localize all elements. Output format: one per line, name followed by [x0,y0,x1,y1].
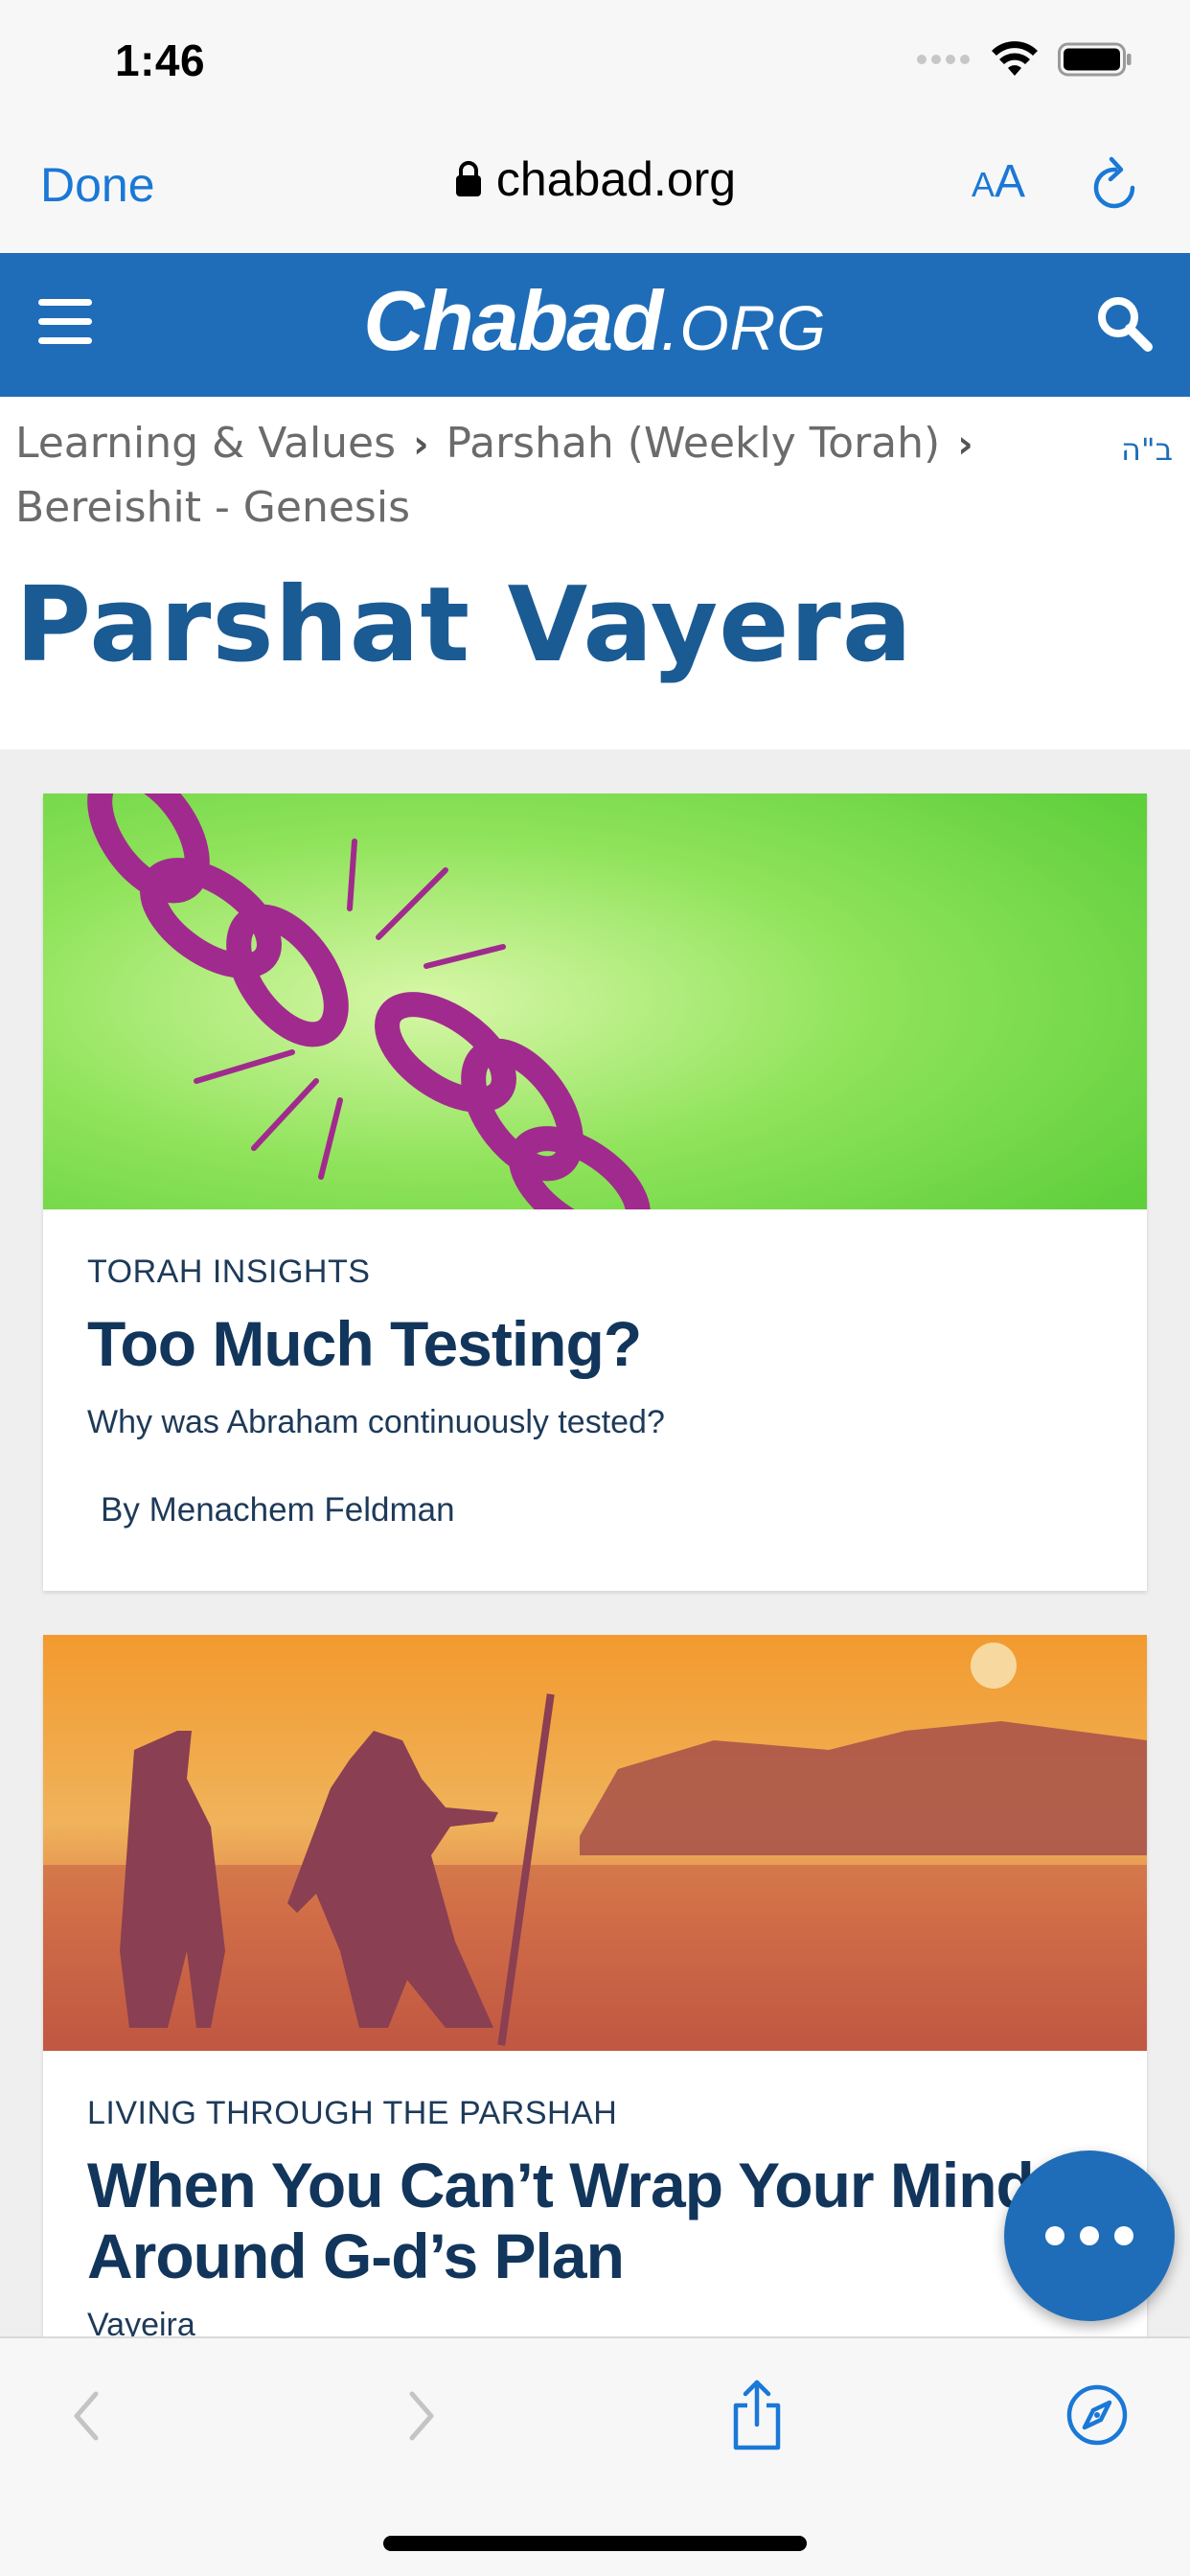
article-title-line: Around G-d’s Plan [87,2220,625,2291]
forward-icon[interactable] [402,2382,441,2450]
article-category: TORAH INSIGHTS [87,1254,371,1290]
share-icon[interactable] [728,2377,786,2453]
text-size-button[interactable]: AA [972,155,1025,208]
article-card[interactable]: TORAH INSIGHTS Too Much Testing? Why was… [43,794,1147,1591]
breadcrumb-item[interactable]: Bereishit - Genesis [15,483,410,532]
more-dot-icon [1080,2226,1099,2245]
reload-icon[interactable] [1087,151,1144,218]
more-options-button[interactable] [1004,2150,1175,2321]
browser-toolbar-top: Done chabad.org AA [0,128,1190,253]
article-description: Why was Abraham continuously tested? [87,1404,665,1440]
logo-sub: .ORG [661,292,827,363]
more-dot-icon [1114,2226,1133,2245]
text-size-small-label: A [972,165,995,204]
battery-icon [1058,42,1132,77]
article-title-line: When You Can’t Wrap Your Mind [87,2150,1035,2220]
breadcrumb-item[interactable]: Parshah (Weekly Torah) [446,419,941,468]
article-category: LIVING THROUGH THE PARSHAH [87,2095,618,2131]
status-bar: 1:46 [0,0,1190,128]
search-icon[interactable] [1094,293,1156,355]
text-size-large-label: A [995,156,1026,207]
home-indicator [383,2536,807,2551]
signal-icon [917,55,970,64]
lock-icon [455,161,481,196]
article-title[interactable]: Too Much Testing? [87,1308,1103,1379]
article-list: TORAH INSIGHTS Too Much Testing? Why was… [0,749,1190,2336]
bh-text: ב"ה [1121,431,1174,468]
chevron-right-icon: › [957,423,973,467]
url-text: chabad.org [495,152,737,206]
back-icon[interactable] [67,2382,105,2450]
status-icons [916,40,1133,79]
compass-icon[interactable] [1065,2377,1129,2453]
chabad-logo[interactable]: Chabad.ORG [0,272,1190,370]
breadcrumb-item[interactable]: Learning & Values [15,419,396,468]
breadcrumb: Learning & Values › Parshah (Weekly Torah)… [15,412,1069,540]
logo-main: Chabad [363,273,663,368]
article-subtitle: Vayeira [87,2307,195,2336]
article-title[interactable]: When You Can’t Wrap Your Mind Around G-d… [87,2150,1103,2291]
chevron-right-icon: › [413,423,429,467]
article-author[interactable]: By Menachem Feldman [101,1491,1103,1530]
article-card[interactable]: LIVING THROUGH THE PARSHAH When You Can’… [43,1635,1147,2336]
site-header: Chabad.ORG [0,253,1190,397]
more-dot-icon [1045,2226,1064,2245]
page-title: Parshat Vayera [15,565,913,685]
desert-travelers-image [43,1635,1147,2051]
status-time: 1:46 [115,35,206,85]
broken-chain-image [43,794,1147,1209]
wifi-icon [992,41,1038,76]
